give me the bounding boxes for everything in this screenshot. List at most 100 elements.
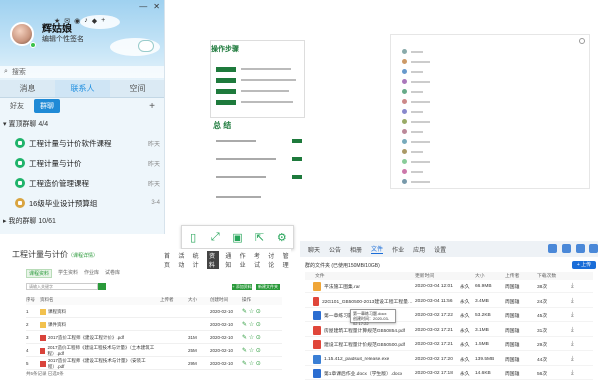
edit-icon[interactable]: ✎ <box>242 361 249 367</box>
file-name[interactable]: 第1章课后作业.docx（学生版）.docx <box>324 370 402 377</box>
online-status-icon[interactable] <box>30 42 36 48</box>
file-name[interactable]: 1.15.412_paidsuit_release.exe <box>324 357 389 362</box>
star-icon[interactable]: ☆ <box>249 361 256 367</box>
save-icon[interactable]: ▣ <box>231 231 243 244</box>
nav-notice[interactable]: 通知 <box>225 251 233 269</box>
table-row[interactable]: 3 2017造价工程师《建设工程计价》.pdf 31M 2020-02-10 ✎ ☆ ⊙ <box>26 332 282 344</box>
member-row[interactable] <box>402 179 430 184</box>
member-row[interactable] <box>402 79 430 84</box>
upload-button[interactable]: + 上传 <box>572 261 596 269</box>
group-row[interactable]: 工程造价管理课程 昨天 <box>0 173 164 193</box>
download-icon[interactable]: ⊙ <box>256 361 261 367</box>
minimize-icon[interactable]: — <box>139 2 147 11</box>
tab-course-materials[interactable]: 课程资料 <box>26 269 53 278</box>
music-icon[interactable]: ♪ <box>84 17 88 25</box>
table-row[interactable]: 2 课件资料 2020-02-10 ✎ ☆ ⊙ <box>26 319 282 331</box>
add-material-button[interactable]: + 添加资料 <box>232 284 252 290</box>
file-row[interactable]: 第1章课后作业.docx（学生版）.docx 2020-03-02 17:18 永久… <box>305 368 593 380</box>
download-icon[interactable]: ⤓ <box>571 370 574 377</box>
edit-icon[interactable]: ✎ <box>242 322 249 328</box>
star-icon[interactable]: ☆ <box>249 309 256 315</box>
member-row[interactable] <box>402 49 423 54</box>
download-icon[interactable]: ⤓ <box>571 356 574 363</box>
nav-album[interactable]: 相册 <box>350 245 362 254</box>
file-name[interactable]: 平法施工图集.rar <box>324 283 360 290</box>
game-icon[interactable]: ◉ <box>74 17 80 25</box>
star-icon[interactable]: ☆ <box>249 322 256 328</box>
file-row[interactable]: 建设工程工程量计价规范GB50500.pdf 2020-03-02 17:21 永久… <box>305 339 593 351</box>
download-icon[interactable]: ⤓ <box>571 283 574 290</box>
file-row[interactable]: 22G101_GB50500-2013建设工程工程量清单计价规范.pdf2020… <box>305 296 593 308</box>
member-row[interactable] <box>402 119 430 124</box>
row-actions[interactable]: ✎ ☆ ⊙ <box>242 360 261 367</box>
tablet-icon[interactable]: ▯ <box>187 231 199 244</box>
member-row[interactable] <box>402 69 423 74</box>
tab-messages[interactable]: 消息 <box>0 80 55 97</box>
nav-manage[interactable]: 管理 <box>283 251 291 269</box>
star-icon[interactable]: ☆ <box>249 335 256 341</box>
nav-stats[interactable]: 统计 <box>193 251 201 269</box>
group-row[interactable]: 工程计量与计价软件课程 昨天 <box>0 133 164 153</box>
settings-icon[interactable]: ⚙ <box>276 231 288 244</box>
material-search-input[interactable]: 请输入关键字 <box>26 283 98 290</box>
member-row[interactable] <box>402 149 423 154</box>
group-row[interactable]: 16级毕业设计预算组 3-4 <box>0 193 164 213</box>
tab-friends[interactable]: 好友 <box>0 101 34 111</box>
nav-homework[interactable]: 作业 <box>392 245 404 254</box>
member-row[interactable] <box>402 59 430 64</box>
download-icon[interactable]: ⤓ <box>571 327 574 334</box>
nav-exam[interactable]: 考试 <box>254 251 262 269</box>
tab-homework-bank[interactable]: 作业库 <box>84 269 99 278</box>
screen-share-icon[interactable] <box>576 244 585 253</box>
member-row[interactable] <box>402 159 430 164</box>
phone-icon[interactable] <box>548 244 557 253</box>
file-name[interactable]: 22G101_GB50500-2013建设工程工程量清单计价规范.pdf <box>322 298 415 305</box>
download-icon[interactable]: ⊙ <box>256 322 261 328</box>
file-name[interactable]: 建设工程工程量计价规范GB50500.pdf <box>324 341 405 348</box>
share-icon[interactable]: ⇱ <box>254 231 266 244</box>
tab-groups[interactable]: 群聊 <box>34 99 60 113</box>
nav-home[interactable]: 首页 <box>164 251 172 269</box>
nav-activity[interactable]: 活动 <box>178 251 186 269</box>
file-row[interactable]: 房屋建筑工程量计算规范GB50854.pdf 2020-03-02 17:21 永久… <box>305 325 593 337</box>
row-actions[interactable]: ✎ ☆ ⊙ <box>242 334 261 341</box>
nav-homework[interactable]: 作业 <box>240 251 248 269</box>
download-icon[interactable]: ⊙ <box>256 348 261 354</box>
row-actions[interactable]: ✎ ☆ ⊙ <box>242 347 261 354</box>
expand-icon[interactable]: ⤢ <box>209 231 221 243</box>
member-row[interactable] <box>402 99 430 104</box>
video-icon[interactable] <box>562 244 571 253</box>
member-row[interactable] <box>402 139 430 144</box>
nav-files[interactable]: 文件 <box>371 244 384 254</box>
weather-icon[interactable] <box>138 40 154 52</box>
row-actions[interactable]: ✎ ☆ ⊙ <box>242 308 261 315</box>
table-row[interactable]: 1 课程资料 2020-02-10 ✎ ☆ ⊙ <box>26 306 282 318</box>
file-row[interactable]: 第一章练习题.docx 2020-03-02 17:22 永久 53.2KB 周国雄 45… <box>305 310 593 322</box>
plus-icon[interactable]: + <box>101 17 105 25</box>
download-icon[interactable]: ⤓ <box>571 312 574 319</box>
nav-discussion[interactable]: 讨论 <box>268 251 276 269</box>
download-icon[interactable]: ⊙ <box>256 335 261 341</box>
member-row[interactable] <box>402 89 423 94</box>
file-row[interactable]: 平法施工图集.rar 2020-03-04 12:01 永久 66.9MB 周国雄 38次… <box>305 281 593 293</box>
edit-icon[interactable]: ✎ <box>242 309 249 315</box>
group-row[interactable]: 工程计量与计价 昨天 <box>0 153 164 173</box>
tab-contacts[interactable]: 联系人 <box>55 80 110 97</box>
search-input[interactable]: ⌕ 搜索 <box>0 66 164 78</box>
tab-student-materials[interactable]: 学生资料 <box>58 269 78 278</box>
nav-chat[interactable]: 聊天 <box>308 245 320 254</box>
nav-notice[interactable]: 公告 <box>329 245 341 254</box>
download-icon[interactable]: ⤓ <box>571 341 574 348</box>
new-folder-button[interactable]: 新建文件夹 <box>256 284 280 290</box>
tab-space[interactable]: 空间 <box>110 80 164 97</box>
edit-icon[interactable]: ✎ <box>242 335 249 341</box>
search-button[interactable] <box>98 283 106 290</box>
file-row[interactable]: 1.15.412_paidsuit_release.exe 2020-03-02 … <box>305 354 593 366</box>
member-row[interactable] <box>402 129 423 134</box>
nav-materials[interactable]: 资料 <box>206 251 220 269</box>
member-row[interactable] <box>402 109 423 114</box>
star-icon[interactable]: ☆ <box>249 348 256 354</box>
shop-icon[interactable]: ◆ <box>92 17 97 25</box>
member-row[interactable] <box>402 169 423 174</box>
close-icon[interactable] <box>579 38 585 44</box>
